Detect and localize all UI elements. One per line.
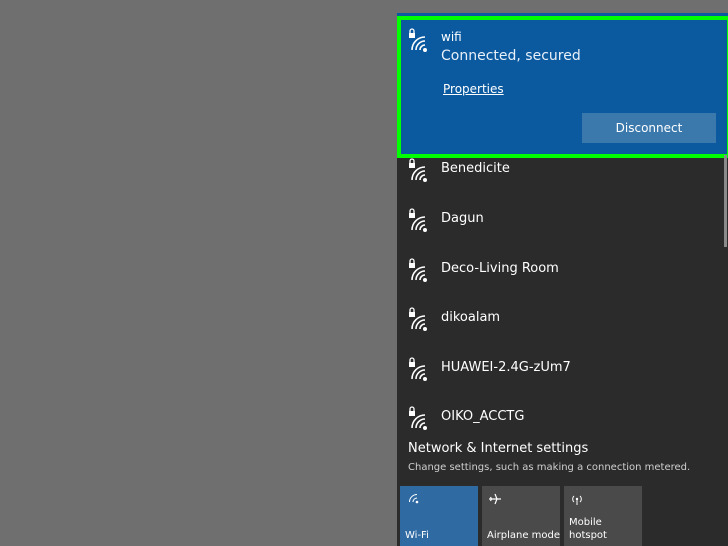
wifi-secured-icon [408, 307, 430, 333]
airplane-mode-tile[interactable]: Airplane mode [482, 486, 560, 546]
wifi-tile-label: Wi-Fi [405, 530, 429, 541]
hotspot-tile-label: Mobile hotspot [569, 517, 607, 541]
wifi-secured-icon [408, 406, 430, 432]
connected-network-card[interactable]: wifi Connected, secured Properties Disco… [397, 13, 728, 158]
network-item[interactable]: OIKO_ACCTG [397, 403, 724, 437]
mobile-hotspot-tile[interactable]: Mobile hotspot [564, 486, 642, 546]
network-item[interactable]: HUAWEI-2.4G-zUm7 [397, 354, 724, 404]
wifi-secured-icon [408, 258, 430, 284]
network-item[interactable]: dikoalam [397, 304, 724, 354]
network-name: HUAWEI-2.4G-zUm7 [441, 360, 571, 375]
scrollbar[interactable] [724, 155, 727, 247]
wifi-icon [406, 492, 420, 507]
hotspot-icon [570, 492, 584, 509]
connection-status: Connected, secured [441, 48, 581, 64]
disconnect-button[interactable]: Disconnect [582, 113, 716, 143]
network-flyout: wifi Connected, secured Properties Disco… [397, 13, 728, 546]
network-name: OIKO_ACCTG [441, 409, 525, 424]
airplane-icon [488, 492, 502, 509]
wifi-toggle-tile[interactable]: Wi-Fi [400, 486, 478, 546]
network-settings-link[interactable]: Network & Internet settings [408, 441, 588, 456]
network-name: Benedicite [441, 161, 510, 176]
network-item[interactable]: Deco-Living Room [397, 255, 724, 305]
wifi-secured-icon [408, 357, 430, 383]
network-name: Dagun [441, 211, 484, 226]
properties-link[interactable]: Properties [443, 82, 504, 96]
network-name: dikoalam [441, 310, 501, 325]
connected-network-name: wifi [441, 30, 462, 44]
airplane-tile-label: Airplane mode [487, 530, 561, 541]
wifi-secured-icon [408, 28, 430, 54]
network-name: Deco-Living Room [441, 261, 559, 276]
network-item[interactable]: Benedicite [397, 155, 724, 205]
network-settings-description: Change settings, such as making a connec… [408, 462, 691, 473]
wifi-secured-icon [408, 158, 430, 184]
wifi-secured-icon [408, 208, 430, 234]
network-item[interactable]: Dagun [397, 205, 724, 255]
